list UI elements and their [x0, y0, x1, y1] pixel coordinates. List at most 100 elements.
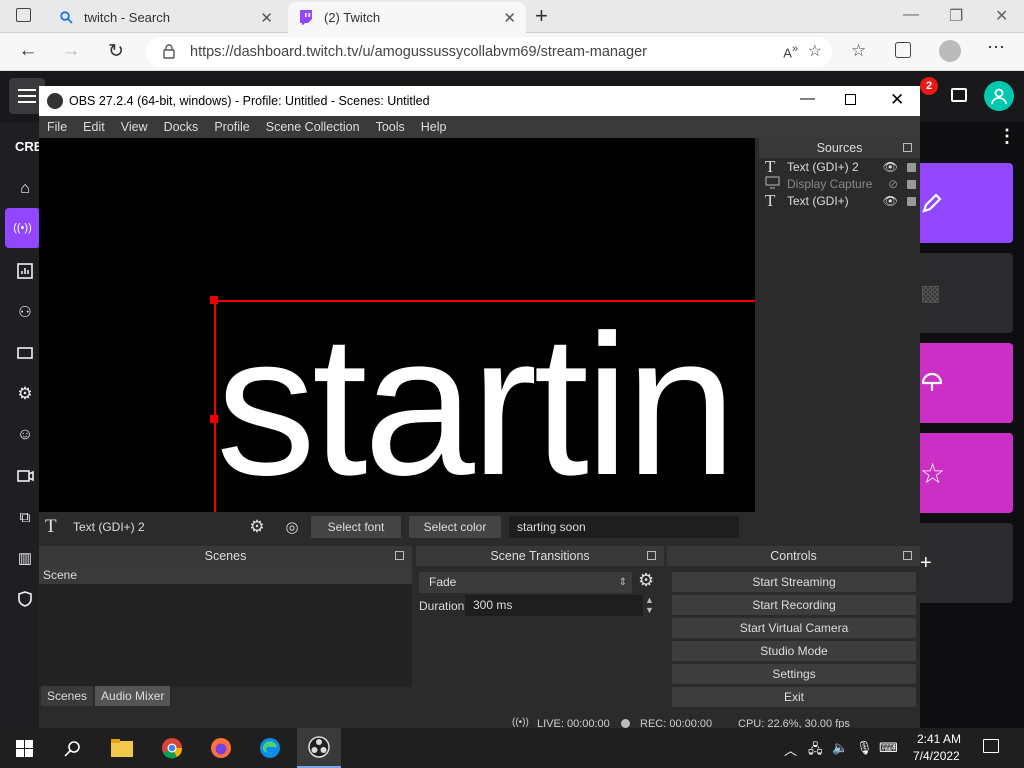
eye-icon[interactable]: 👁: [883, 160, 898, 174]
sources-title: Sources: [816, 141, 863, 155]
tab-actions-icon[interactable]: [16, 8, 31, 22]
video-icon[interactable]: [14, 465, 36, 487]
tab-audio-mixer[interactable]: Audio Mixer: [95, 686, 171, 706]
undock-icon[interactable]: [647, 551, 656, 560]
close-window-icon[interactable]: ✕: [995, 6, 1008, 26]
duration-field[interactable]: 300 ms: [465, 595, 643, 616]
network-icon[interactable]: 🖧: [808, 740, 823, 762]
new-tab-button[interactable]: +: [535, 3, 548, 29]
preview-canvas[interactable]: startin: [39, 138, 755, 512]
edge-icon[interactable]: [258, 736, 282, 760]
menu-file[interactable]: File: [39, 120, 75, 134]
chrome-icon[interactable]: [160, 736, 184, 760]
file-explorer-icon[interactable]: [110, 736, 134, 760]
source-item[interactable]: T Text (GDI+) 👁: [759, 191, 920, 210]
profile-avatar[interactable]: [939, 40, 961, 62]
stream-manager-nav[interactable]: ((•)): [5, 208, 40, 248]
extensions-icon[interactable]: ⧉: [14, 506, 36, 528]
firefox-icon[interactable]: [209, 736, 233, 760]
quick-action-ads[interactable]: [920, 343, 1013, 423]
more-menu-icon[interactable]: ⋯: [987, 37, 1005, 58]
user-avatar[interactable]: [984, 81, 1014, 111]
clock-date[interactable]: 7/4/2022: [913, 749, 960, 763]
transition-select[interactable]: Fade ⇕: [419, 572, 632, 593]
volume-icon[interactable]: 🔈: [832, 740, 848, 756]
keyboard-icon[interactable]: ⌨: [879, 740, 898, 756]
more-options-icon[interactable]: ⋮: [998, 126, 1016, 147]
browser-tab-search[interactable]: twitch - Search ✕: [48, 2, 283, 33]
add-favorite-icon[interactable]: ☆: [808, 41, 822, 61]
menu-edit[interactable]: Edit: [75, 120, 113, 134]
emotes-icon[interactable]: ☺: [14, 424, 36, 446]
select-font-button[interactable]: Select font: [311, 516, 401, 538]
home-icon[interactable]: ⌂: [14, 178, 36, 200]
restore-icon[interactable]: ❐: [949, 6, 963, 26]
obs-maximize-icon[interactable]: [845, 94, 856, 105]
tray-chevron-icon[interactable]: ︿: [784, 740, 797, 759]
url-field[interactable]: https://dashboard.twitch.tv/u/amogussuss…: [146, 37, 832, 67]
quick-action-edit[interactable]: [920, 163, 1013, 243]
tab-scenes[interactable]: Scenes: [41, 686, 94, 706]
obs-minimize-icon[interactable]: —: [800, 90, 815, 107]
microphone-icon[interactable]: 🎙: [856, 740, 873, 756]
eye-icon[interactable]: 👁: [883, 194, 898, 208]
undock-icon[interactable]: [903, 551, 912, 560]
start-recording-button[interactable]: Start Recording: [672, 595, 916, 615]
duration-stepper[interactable]: ▲ ▼: [645, 595, 654, 615]
quick-action-highlight[interactable]: ☆: [920, 433, 1013, 513]
obs-close-icon[interactable]: ✕: [890, 90, 904, 110]
close-tab-icon[interactable]: ✕: [260, 9, 273, 27]
forward-icon[interactable]: →: [58, 40, 84, 62]
minimize-icon[interactable]: —: [903, 6, 919, 24]
read-aloud-icon[interactable]: A»: [783, 43, 798, 60]
text-value-field[interactable]: starting soon: [509, 516, 739, 538]
whispers-icon[interactable]: [951, 88, 967, 102]
obs-logo-icon: [47, 93, 63, 109]
menu-view[interactable]: View: [113, 120, 156, 134]
quick-action-add[interactable]: +: [920, 523, 1013, 603]
undock-icon[interactable]: [903, 143, 912, 152]
select-color-button[interactable]: Select color: [409, 516, 501, 538]
lock-icon[interactable]: [907, 163, 916, 172]
quick-action-clip[interactable]: ▩: [920, 253, 1013, 333]
source-item[interactable]: Display Capture ⊘: [759, 175, 920, 192]
community-icon[interactable]: ⚇: [14, 301, 36, 323]
start-virtual-camera-button[interactable]: Start Virtual Camera: [672, 618, 916, 638]
eye-hidden-icon[interactable]: ⊘: [888, 177, 898, 191]
favorites-icon[interactable]: ☆: [851, 41, 866, 61]
menu-help[interactable]: Help: [413, 120, 455, 134]
undock-icon[interactable]: [395, 551, 404, 560]
exit-button[interactable]: Exit: [672, 687, 916, 707]
creator-camp-icon[interactable]: ▥: [14, 547, 36, 569]
properties-gear-icon[interactable]: ⚙: [241, 517, 273, 537]
menu-docks[interactable]: Docks: [156, 120, 207, 134]
lock-icon[interactable]: [907, 197, 916, 206]
scene-item[interactable]: Scene: [39, 566, 412, 584]
menu-scene-collection[interactable]: Scene Collection: [258, 120, 368, 134]
collections-icon[interactable]: [895, 42, 911, 58]
lock-icon[interactable]: [907, 180, 916, 189]
content-icon[interactable]: [14, 342, 36, 364]
studio-mode-button[interactable]: Studio Mode: [672, 641, 916, 661]
clock-time[interactable]: 2:41 AM: [917, 732, 961, 746]
search-icon[interactable]: [60, 736, 84, 760]
safety-shield-icon[interactable]: [14, 588, 36, 610]
browser-tab-twitch[interactable]: (2) Twitch ✕: [288, 2, 526, 33]
settings-icon[interactable]: ⚙: [14, 383, 36, 405]
settings-button[interactable]: Settings: [672, 664, 916, 684]
obs-taskbar-button[interactable]: [297, 728, 341, 768]
start-streaming-button[interactable]: Start Streaming: [672, 572, 916, 592]
refresh-icon[interactable]: ↻: [103, 40, 129, 63]
notification-badge[interactable]: 2: [920, 77, 938, 95]
back-icon[interactable]: ←: [15, 40, 41, 62]
menu-profile[interactable]: Profile: [206, 120, 257, 134]
menu-tools[interactable]: Tools: [368, 120, 413, 134]
source-item[interactable]: T Text (GDI+) 2 👁: [759, 157, 920, 176]
lock-icon: [163, 44, 175, 63]
windows-start-icon[interactable]: [12, 736, 36, 760]
analytics-icon[interactable]: [14, 260, 36, 282]
transition-gear-icon[interactable]: ⚙: [638, 570, 654, 591]
notification-center-icon[interactable]: [983, 739, 999, 753]
close-tab-icon[interactable]: ✕: [503, 9, 516, 27]
filters-icon[interactable]: ◎: [273, 518, 311, 536]
